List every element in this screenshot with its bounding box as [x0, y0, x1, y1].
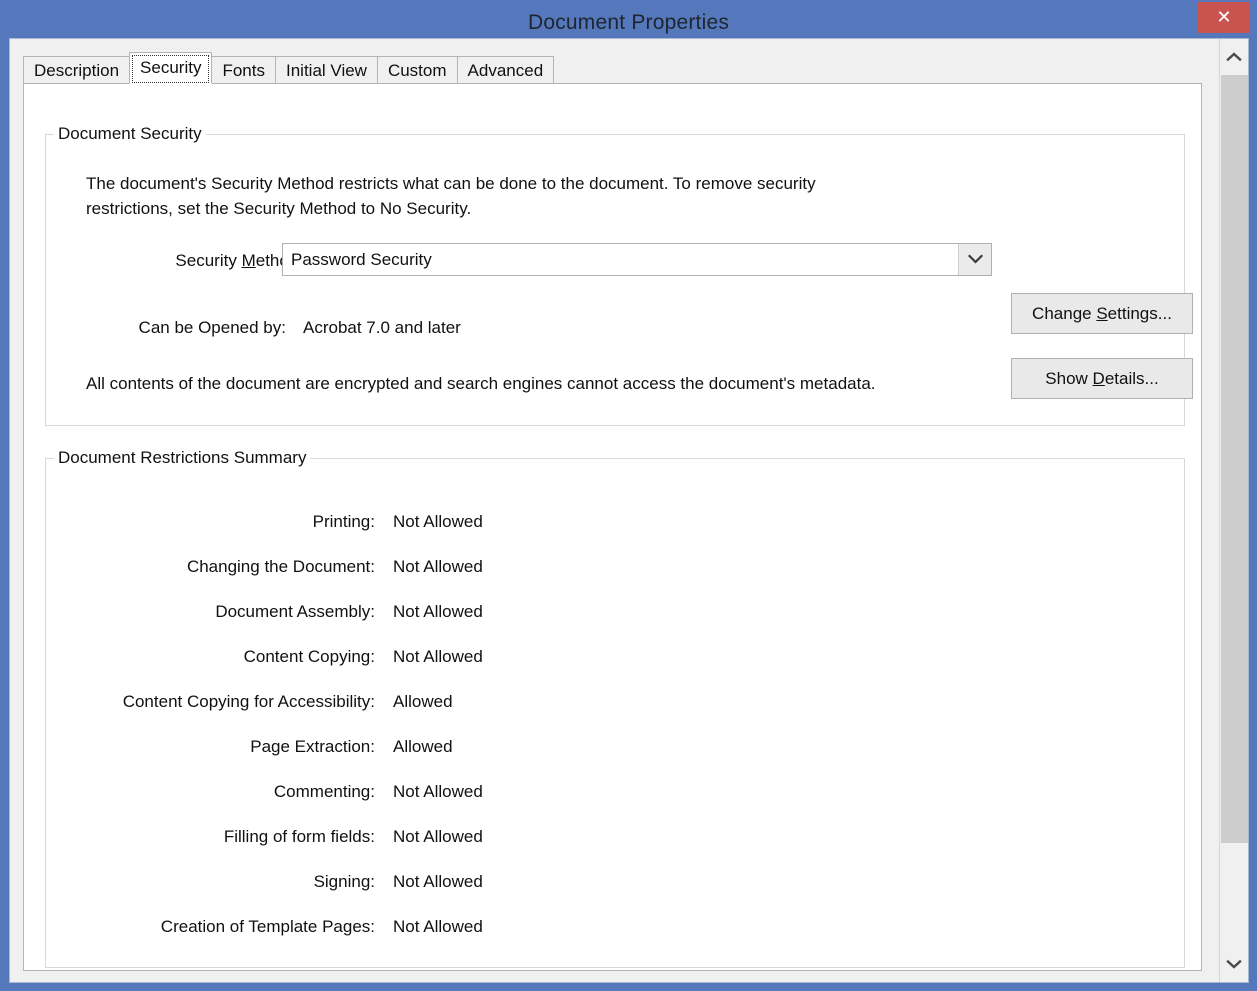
restriction-row: Creation of Template Pages: Not Allowed [46, 916, 1184, 961]
tab-label: Advanced [468, 61, 544, 80]
tab-content-panel: Document Security The document's Securit… [23, 83, 1202, 971]
restriction-label: Document Assembly: [46, 601, 375, 623]
restriction-label: Filling of form fields: [46, 826, 375, 848]
tab-label: Initial View [286, 61, 367, 80]
can-be-opened-by-label: Can be Opened by: [46, 318, 286, 338]
tab-custom[interactable]: Custom [377, 56, 458, 84]
show-details-button[interactable]: Show Details... [1011, 358, 1193, 399]
tab-fonts[interactable]: Fonts [211, 56, 276, 84]
restriction-value: Not Allowed [393, 601, 483, 623]
chevron-down-icon [1226, 959, 1242, 969]
dialog-body: Description Security Fonts Initial View … [9, 38, 1249, 983]
chevron-down-glyph [968, 254, 983, 265]
restriction-value: Allowed [393, 691, 453, 713]
restrictions-list: Printing:Not AllowedChanging the Documen… [46, 511, 1184, 961]
restriction-label: Content Copying: [46, 646, 375, 668]
restriction-row: Document Assembly: Not Allowed [46, 601, 1184, 646]
restriction-label: Content Copying for Accessibility: [46, 691, 375, 713]
restriction-row: Signing: Not Allowed [46, 871, 1184, 916]
restriction-label: Signing: [46, 871, 375, 893]
security-method-label: Security Method: [46, 251, 303, 271]
encryption-note-text: All contents of the document are encrypt… [86, 371, 876, 396]
restriction-row: Printing: Not Allowed [46, 511, 1184, 556]
tab-security[interactable]: Security [129, 52, 212, 84]
document-security-group: Document Security The document's Securit… [45, 134, 1185, 426]
close-button[interactable]: ✕ [1198, 2, 1250, 33]
tab-label: Description [34, 61, 119, 80]
restriction-value: Not Allowed [393, 826, 483, 848]
tab-description[interactable]: Description [23, 56, 130, 84]
restriction-value: Not Allowed [393, 646, 483, 668]
restriction-label: Printing: [46, 511, 375, 533]
tab-label: Custom [388, 61, 447, 80]
change-settings-button[interactable]: Change Settings... [1011, 293, 1193, 334]
security-method-value: Password Security [291, 244, 432, 275]
scrollbar-thumb[interactable] [1221, 75, 1248, 843]
restriction-label: Commenting: [46, 781, 375, 803]
restriction-row: Content Copying for Accessibility: Allowe… [46, 691, 1184, 736]
restriction-label: Creation of Template Pages: [46, 916, 375, 938]
restriction-row: Changing the Document: Not Allowed [46, 556, 1184, 601]
group-legend-document-security: Document Security [54, 124, 206, 144]
restriction-row: Commenting: Not Allowed [46, 781, 1184, 826]
restriction-value: Not Allowed [393, 871, 483, 893]
security-method-dropdown[interactable]: Password Security [282, 243, 992, 276]
scroll-up-button[interactable] [1220, 43, 1248, 71]
restriction-value: Not Allowed [393, 781, 483, 803]
vertical-scrollbar[interactable] [1219, 39, 1248, 982]
tab-label: Security [140, 58, 201, 77]
can-be-opened-by-value: Acrobat 7.0 and later [303, 318, 461, 338]
restriction-value: Allowed [393, 736, 453, 758]
restriction-value: Not Allowed [393, 556, 483, 578]
document-properties-dialog: Document Properties ✕ Description Securi… [0, 0, 1257, 991]
restriction-row: Page Extraction: Allowed [46, 736, 1184, 781]
chevron-up-icon [1226, 52, 1242, 62]
tab-strip: Description Security Fonts Initial View … [23, 52, 553, 84]
document-restrictions-group: Document Restrictions Summary Printing:N… [45, 458, 1185, 968]
scroll-down-button[interactable] [1220, 950, 1248, 978]
security-description-text: The document's Security Method restricts… [86, 171, 826, 221]
restriction-value: Not Allowed [393, 511, 483, 533]
chevron-down-icon[interactable] [958, 244, 991, 275]
group-legend-restrictions-summary: Document Restrictions Summary [54, 448, 310, 468]
tab-initial-view[interactable]: Initial View [275, 56, 378, 84]
close-icon: ✕ [1198, 2, 1250, 33]
restriction-label: Page Extraction: [46, 736, 375, 758]
restriction-row: Filling of form fields: Not Allowed [46, 826, 1184, 871]
restriction-label: Changing the Document: [46, 556, 375, 578]
tab-advanced[interactable]: Advanced [457, 56, 555, 84]
restriction-row: Content Copying: Not Allowed [46, 646, 1184, 691]
restriction-value: Not Allowed [393, 916, 483, 938]
tab-label: Fonts [222, 61, 265, 80]
